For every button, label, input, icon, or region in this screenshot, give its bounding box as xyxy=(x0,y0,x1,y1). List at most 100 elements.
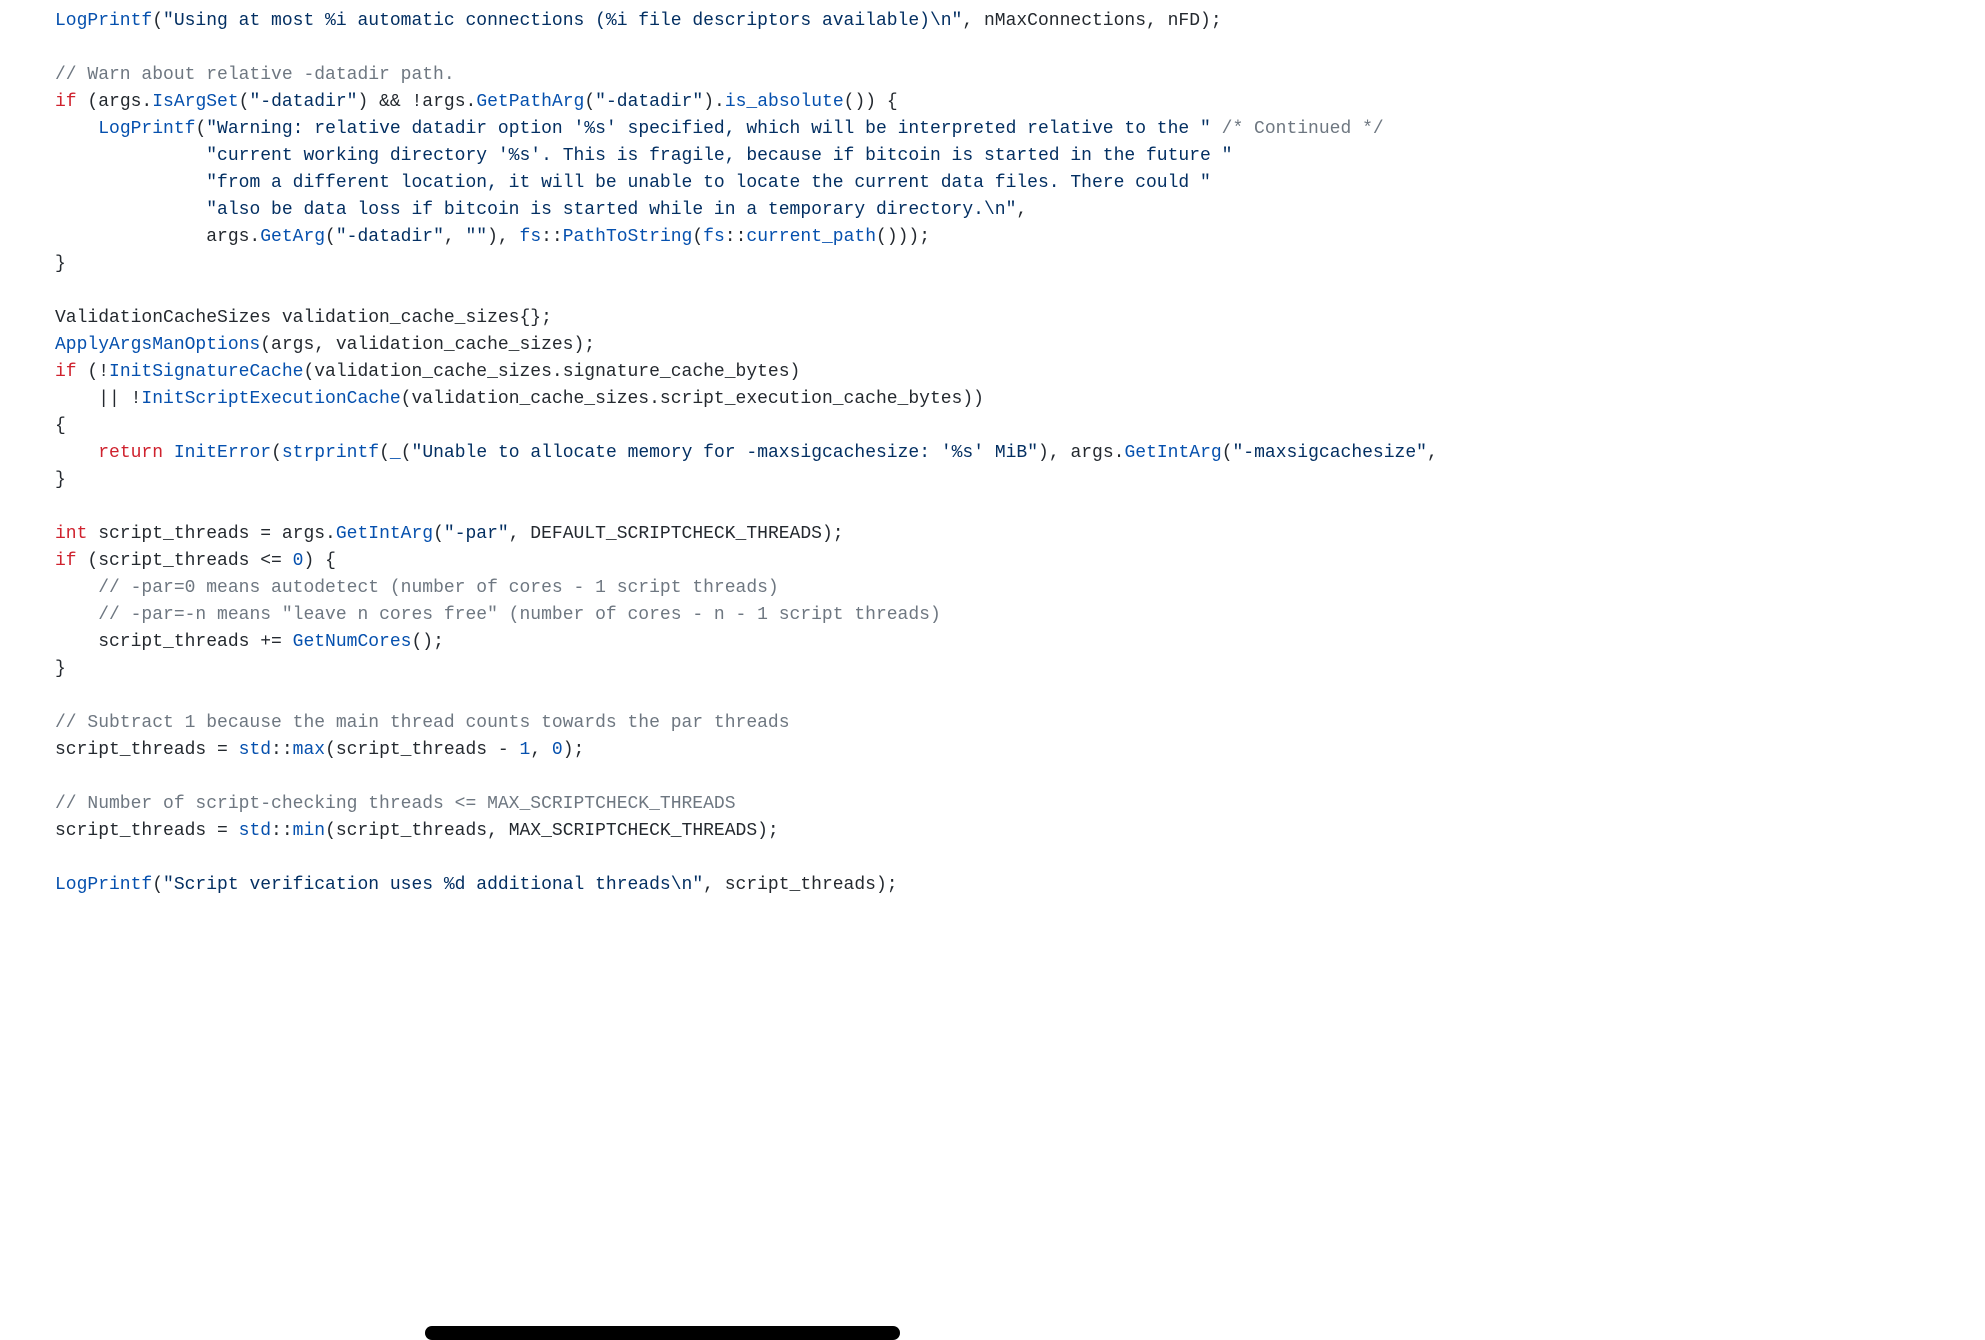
code-token: script_threads = xyxy=(55,740,239,760)
code-token: "-par" xyxy=(444,524,509,544)
code-comment: // -par=0 means autodetect (number of co… xyxy=(98,578,779,598)
code-token xyxy=(55,605,98,625)
code-token: ())); xyxy=(876,227,930,247)
code-token xyxy=(1211,119,1222,139)
code-token: script_threads = args. xyxy=(87,524,335,544)
code-comment: // -par=-n means "leave n cores free" (n… xyxy=(98,605,941,625)
code-token: "-datadir" xyxy=(336,227,444,247)
code-token: } xyxy=(55,470,66,490)
code-token: LogPrintf xyxy=(55,875,152,895)
code-token: script_threads = xyxy=(55,821,239,841)
code-token: ( xyxy=(239,92,250,112)
code-token: "also be data loss if bitcoin is started… xyxy=(206,200,1016,220)
code-token: ( xyxy=(195,119,206,139)
code-token: ( xyxy=(152,875,163,895)
code-comment: // Warn about relative -datadir path. xyxy=(55,65,455,85)
code-token: 0 xyxy=(552,740,563,760)
code-token: GetArg xyxy=(260,227,325,247)
code-token: "Warning: relative datadir option '%s' s… xyxy=(206,119,1211,139)
code-block: LogPrintf("Using at most %i automatic co… xyxy=(0,0,1985,899)
code-token: GetNumCores xyxy=(293,632,412,652)
code-token: (args. xyxy=(77,92,153,112)
code-token: (args, validation_cache_sizes); xyxy=(260,335,595,355)
code-token: _ xyxy=(390,443,401,463)
code-token: (validation_cache_sizes.signature_cache_… xyxy=(303,362,800,382)
code-token: ( xyxy=(152,11,163,31)
code-comment: /* Continued */ xyxy=(1222,119,1384,139)
code-token: IsArgSet xyxy=(152,92,238,112)
code-token: "" xyxy=(466,227,488,247)
redaction-bar xyxy=(425,1326,900,1340)
code-token: ( xyxy=(379,443,390,463)
code-token: ) && !args. xyxy=(358,92,477,112)
code-token: } xyxy=(55,659,66,679)
code-token: "from a different location, it will be u… xyxy=(206,173,1211,193)
code-token: (validation_cache_sizes.script_execution… xyxy=(401,389,984,409)
code-token: ( xyxy=(271,443,282,463)
code-token: strprintf xyxy=(282,443,379,463)
code-token: :: xyxy=(541,227,563,247)
code-token: ). xyxy=(703,92,725,112)
code-token: is_absolute xyxy=(725,92,844,112)
code-token: , script_threads); xyxy=(703,875,897,895)
code-token: InitError xyxy=(174,443,271,463)
code-token: int xyxy=(55,524,87,544)
code-comment: // Number of script-checking threads <= … xyxy=(55,794,736,814)
code-token: current_path xyxy=(746,227,876,247)
code-token xyxy=(163,443,174,463)
code-token: if xyxy=(55,551,77,571)
code-token xyxy=(55,578,98,598)
code-token: std xyxy=(239,821,271,841)
code-token: fs xyxy=(703,227,725,247)
code-token: max xyxy=(293,740,325,760)
code-token: if xyxy=(55,92,77,112)
code-token: , xyxy=(444,227,466,247)
code-token: 1 xyxy=(520,740,531,760)
code-token: , xyxy=(1016,200,1027,220)
code-token: GetIntArg xyxy=(1124,443,1221,463)
code-token: ), xyxy=(487,227,519,247)
code-token: ( xyxy=(692,227,703,247)
code-token: (script_threads <= xyxy=(77,551,293,571)
code-token: "-datadir" xyxy=(249,92,357,112)
code-token: "current working directory '%s'. This is… xyxy=(206,146,1232,166)
code-token: ( xyxy=(433,524,444,544)
code-token: if xyxy=(55,362,77,382)
code-token: ); xyxy=(563,740,585,760)
code-token: || ! xyxy=(55,389,141,409)
code-token: , nMaxConnections, nFD); xyxy=(962,11,1221,31)
code-token: LogPrintf xyxy=(98,119,195,139)
code-token: { xyxy=(55,416,66,436)
code-token: :: xyxy=(271,821,293,841)
code-token: fs xyxy=(520,227,542,247)
code-token: return xyxy=(98,443,163,463)
code-token: GetIntArg xyxy=(336,524,433,544)
code-token: 0 xyxy=(293,551,304,571)
code-token: , xyxy=(1427,443,1438,463)
code-token: , xyxy=(530,740,552,760)
code-token: ApplyArgsManOptions xyxy=(55,335,260,355)
code-token: "Unable to allocate memory for -maxsigca… xyxy=(412,443,1039,463)
code-token: "-datadir" xyxy=(595,92,703,112)
code-token: :: xyxy=(271,740,293,760)
code-token xyxy=(55,119,98,139)
code-token: PathToString xyxy=(563,227,693,247)
code-token: } xyxy=(55,254,66,274)
code-token xyxy=(55,443,98,463)
code-token: (script_threads - xyxy=(325,740,519,760)
code-comment: // Subtract 1 because the main thread co… xyxy=(55,713,790,733)
code-token: :: xyxy=(725,227,747,247)
code-token: ( xyxy=(1222,443,1233,463)
code-token: ( xyxy=(401,443,412,463)
code-token: (script_threads, MAX_SCRIPTCHECK_THREADS… xyxy=(325,821,779,841)
code-token: "-maxsigcachesize" xyxy=(1233,443,1427,463)
code-token: (! xyxy=(77,362,109,382)
code-token: ()) { xyxy=(844,92,898,112)
code-token: "Using at most %i automatic connections … xyxy=(163,11,962,31)
code-token: ( xyxy=(584,92,595,112)
code-token: InitSignatureCache xyxy=(109,362,303,382)
code-token: ) { xyxy=(303,551,335,571)
code-token: (); xyxy=(411,632,443,652)
code-token: LogPrintf xyxy=(55,11,152,31)
code-token: args. xyxy=(55,227,260,247)
